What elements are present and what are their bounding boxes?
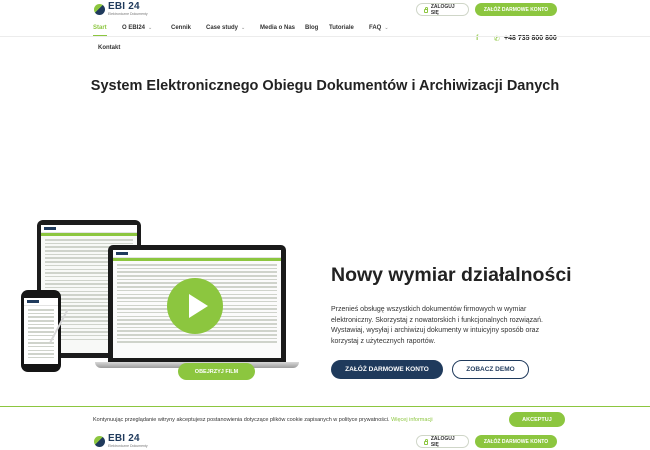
hero-description: Przenieś obsługę wszystkich dokumentów f… (331, 306, 543, 345)
chevron-down-icon: ⌄ (148, 25, 153, 31)
play-icon[interactable] (167, 278, 223, 334)
chevron-down-icon: ⌄ (241, 25, 246, 31)
lock-icon (424, 438, 428, 445)
nav-item-o-ebi24[interactable]: O EBI24 ⌄ (122, 25, 152, 31)
nav-item-kontakt[interactable]: Kontakt (98, 45, 120, 51)
nav-item-label: O EBI24 (122, 25, 146, 31)
footer-login-button[interactable]: ZALOGUJ SIĘ (416, 435, 469, 448)
nav-item-cennik[interactable]: Cennik (171, 25, 191, 31)
cookie-more-link[interactable]: Więcej informacji (391, 417, 433, 423)
logo-name: EBI 24 (108, 433, 140, 444)
logo[interactable]: EBI 24 Elektroniczne Dokumenty (94, 2, 148, 17)
login-label: ZALOGUJ SIĘ (430, 435, 455, 448)
devices-illustration (20, 216, 299, 381)
login-label: ZALOGUJ SIĘ (430, 3, 455, 16)
watch-film-button[interactable]: OBEJRZYJ FILM (178, 363, 255, 380)
cookie-text: Kontynuując przeglądanie witryny akceptu… (93, 417, 433, 423)
nav-item-case-study[interactable]: Case study ⌄ (206, 25, 245, 31)
signup-button[interactable]: ZAŁÓŻ DARMOWE KONTO (475, 3, 557, 16)
accept-cookies-button[interactable]: AKCEPTUJ (509, 412, 565, 427)
login-button[interactable]: ZALOGUJ SIĘ (416, 3, 469, 16)
chevron-down-icon: ⌄ (384, 25, 389, 31)
nav-item-label: FAQ (369, 25, 382, 31)
nav-item-label: Case study (206, 25, 239, 31)
logo-name: EBI 24 (108, 1, 140, 12)
hero-headline: Nowy wymiar działalności (331, 264, 572, 286)
cookie-bar: Kontynuując przeglądanie witryny akceptu… (0, 406, 650, 431)
logo-mark-icon (94, 435, 105, 447)
nav-divider (0, 36, 650, 37)
demo-button[interactable]: ZOBACZ DEMO (452, 360, 529, 379)
nav-item-start[interactable]: Start (93, 25, 107, 31)
hero-signup-button[interactable]: ZAŁÓŻ DARMOWE KONTO (331, 360, 443, 379)
footer-signup-button[interactable]: ZAŁÓŻ DARMOWE KONTO (475, 435, 557, 448)
page-title: System Elektronicznego Obiegu Dokumentów… (90, 78, 560, 94)
logo-subtitle: Elektroniczne Dokumenty (108, 444, 148, 448)
logo-mark-icon (94, 3, 105, 15)
nav-item-faq[interactable]: FAQ ⌄ (369, 25, 389, 31)
cookie-message: Kontynuując przeglądanie witryny akceptu… (93, 417, 390, 423)
nav-item-media[interactable]: Media o Nas (260, 25, 295, 31)
logo-subtitle: Elektroniczne Dokumenty (108, 12, 148, 16)
nav-item-tutoriale[interactable]: Tutoriale (329, 25, 354, 31)
nav-item-blog[interactable]: Blog (305, 25, 318, 31)
footer-logo[interactable]: EBI 24 Elektroniczne Dokumenty (94, 434, 148, 449)
lock-icon (424, 6, 428, 13)
